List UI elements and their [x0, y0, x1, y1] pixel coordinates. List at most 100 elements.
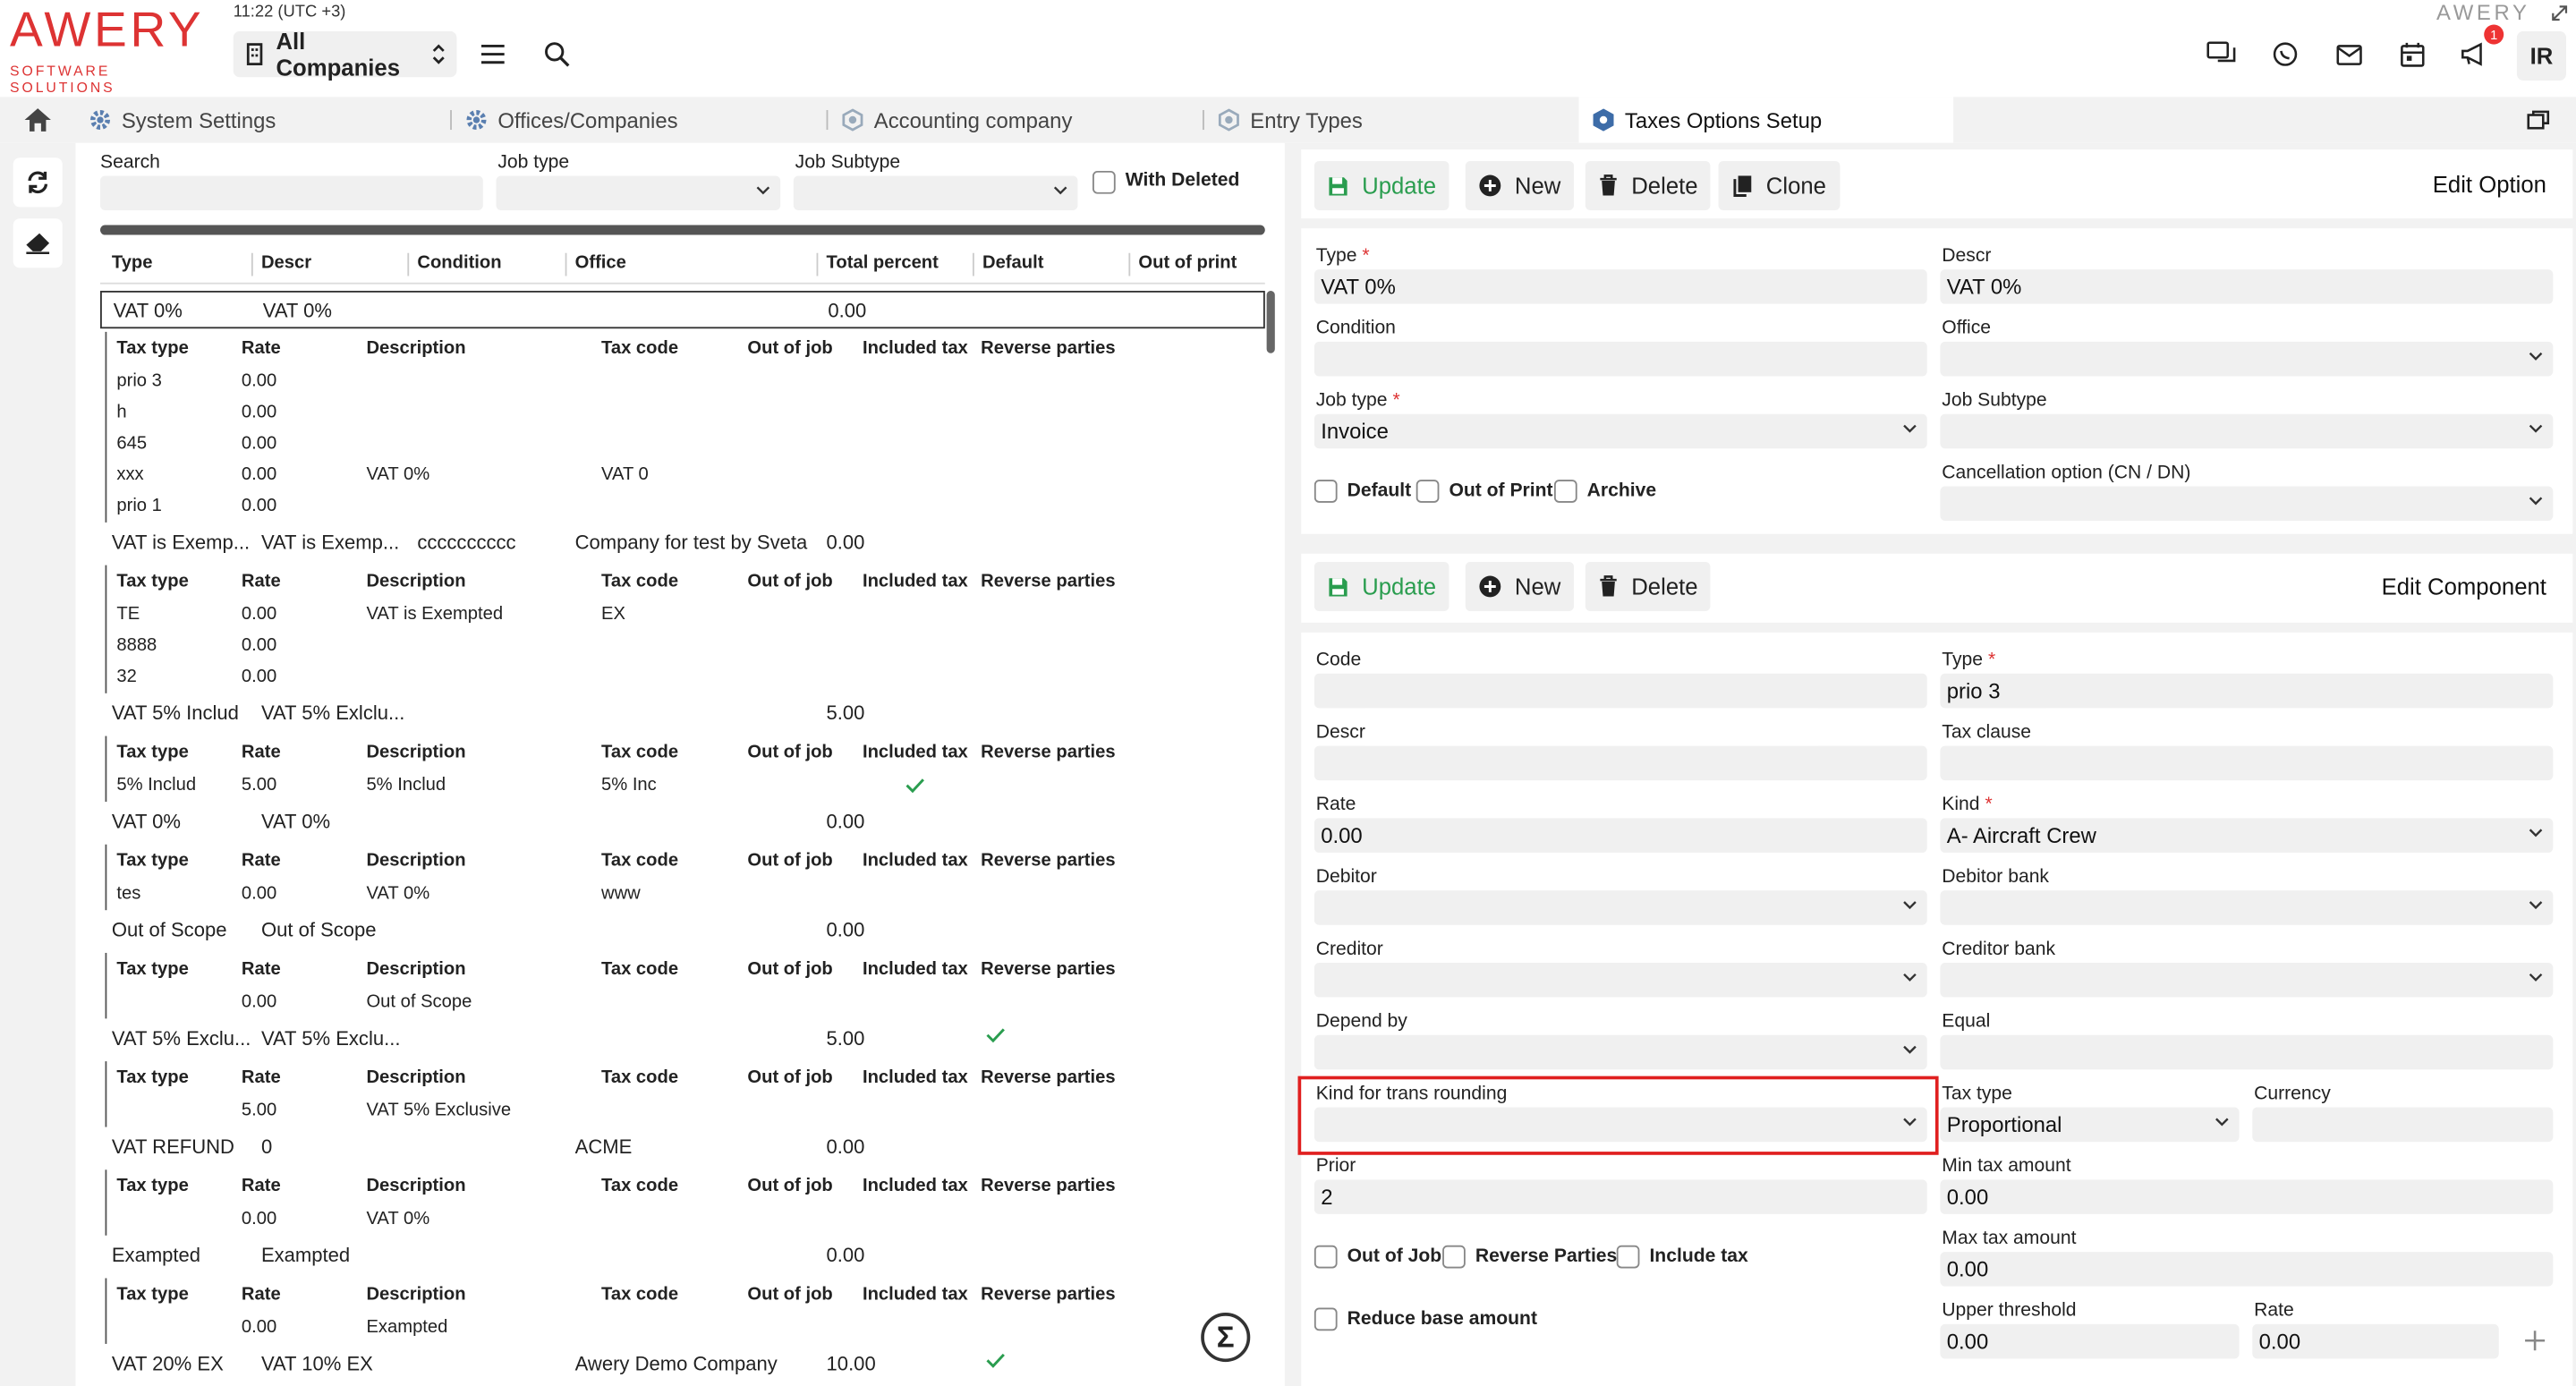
tab-label: Accounting company: [873, 107, 1073, 132]
reverse-parties-checkbox[interactable]: Reverse Parties: [1442, 1245, 1617, 1269]
col-out-of-print[interactable]: Out of print: [1138, 253, 1237, 273]
sub-table-row[interactable]: 0.00 Out of Scope: [106, 987, 1264, 1018]
condition-input[interactable]: [1314, 341, 1927, 377]
chat-icon[interactable]: [2205, 36, 2240, 72]
component-new-button[interactable]: New: [1465, 561, 1575, 612]
col-office[interactable]: Office: [575, 253, 626, 273]
mail-icon[interactable]: [2331, 36, 2367, 72]
cancellation-select[interactable]: [1940, 486, 2554, 522]
with-deleted-checkbox[interactable]: [1092, 170, 1116, 194]
out-of-job-checkbox[interactable]: Out of Job: [1314, 1245, 1441, 1269]
table-row[interactable]: VAT 5% Exclu... VAT 5% Exclu... 5.00: [100, 1020, 1265, 1053]
sub-table-row[interactable]: 5.00 VAT 5% Exclusive: [106, 1096, 1264, 1127]
sub-table-row[interactable]: xxx 0.00 VAT 0% VAT 0: [106, 460, 1264, 491]
job-subtype-select[interactable]: [793, 175, 1078, 211]
menu-icon[interactable]: [475, 36, 511, 72]
table-row[interactable]: VAT 0% VAT 0% 0.00: [100, 804, 1265, 837]
component-delete-button[interactable]: Delete: [1585, 561, 1712, 612]
col-type[interactable]: Type: [112, 253, 153, 273]
add-threshold-button[interactable]: [2523, 1329, 2546, 1352]
job-type-select[interactable]: Invoice: [1314, 413, 1927, 449]
min-tax-input[interactable]: 0.00: [1940, 1179, 2554, 1214]
descr-input[interactable]: [1314, 745, 1927, 781]
include-tax-checkbox[interactable]: Include tax: [1616, 1245, 1748, 1269]
tax-clause-input[interactable]: [1940, 745, 2554, 781]
cell-type: VAT 0%: [111, 810, 182, 833]
equal-input[interactable]: [1940, 1034, 2554, 1070]
col-total-percent[interactable]: Total percent: [827, 253, 939, 273]
home-tab[interactable]: [23, 97, 53, 142]
sub-table-row[interactable]: 0.00 Exampted: [106, 1313, 1264, 1344]
tab-offices-companies[interactable]: Offices/Companies: [465, 97, 678, 142]
option-update-button[interactable]: Update: [1314, 160, 1450, 211]
code-input[interactable]: [1314, 673, 1927, 709]
table-row[interactable]: VAT is Exemp... VAT is Exemp... cccccccccc…: [100, 524, 1265, 557]
search-icon[interactable]: [539, 36, 574, 72]
sub-table-row[interactable]: 32 0.00: [106, 662, 1264, 693]
expand-icon[interactable]: [2550, 4, 2570, 23]
reduce-base-checkbox[interactable]: Reduce base amount: [1314, 1307, 1537, 1331]
component-update-button[interactable]: Update: [1314, 561, 1450, 612]
rate2-input[interactable]: 0.00: [2252, 1323, 2499, 1359]
search-input[interactable]: [100, 175, 483, 211]
type-input[interactable]: VAT 0%: [1314, 269, 1927, 304]
table-row[interactable]: Out of Scope Out of Scope 0.00: [100, 912, 1265, 945]
refresh-button[interactable]: [13, 157, 63, 208]
tab-accounting-company[interactable]: Accounting company: [841, 97, 1072, 142]
sub-table-row[interactable]: TE 0.00 VAT is Exempted EX: [106, 599, 1264, 631]
upper-threshold-label: Upper threshold: [1942, 1301, 2077, 1322]
option-clone-button[interactable]: Clone: [1718, 160, 1840, 211]
table-row[interactable]: VAT 20% EX VAT 10% EX Awery Demo Company 10…: [100, 1346, 1265, 1379]
type-input[interactable]: prio 3: [1940, 673, 2554, 709]
tab-system-settings[interactable]: System Settings: [89, 97, 276, 142]
rate-input[interactable]: 0.00: [1314, 818, 1927, 853]
col-condition[interactable]: Condition: [417, 253, 501, 273]
restore-window-button[interactable]: [2527, 97, 2550, 142]
creditor-select[interactable]: [1314, 962, 1927, 998]
debitor-select[interactable]: [1314, 890, 1927, 925]
tab-entry-types[interactable]: Entry Types: [1218, 97, 1363, 142]
col-default[interactable]: Default: [982, 253, 1043, 273]
out-of-print-checkbox[interactable]: Out of Print: [1416, 480, 1553, 503]
sigma-button[interactable]: Σ: [1201, 1313, 1251, 1363]
kind-select[interactable]: A- Aircraft Crew: [1940, 818, 2554, 853]
descr-input[interactable]: VAT 0%: [1940, 269, 2554, 304]
depend-by-select[interactable]: [1314, 1034, 1927, 1070]
sub-table-row[interactable]: 0.00 VAT 0%: [106, 1204, 1264, 1236]
horizontal-scrollbar[interactable]: [100, 225, 1265, 235]
office-select[interactable]: [1940, 341, 2554, 377]
upper-threshold-input[interactable]: 0.00: [1940, 1323, 2240, 1359]
sub-table-row[interactable]: 645 0.00: [106, 429, 1264, 460]
tax-type-select[interactable]: Proportional: [1940, 1107, 2240, 1143]
whatsapp-icon[interactable]: [2267, 36, 2303, 72]
table-row[interactable]: Exampted Exampted 0.00: [100, 1237, 1265, 1271]
currency-input[interactable]: [2252, 1107, 2554, 1143]
sub-table-row[interactable]: 5% Includ 5.00 5% Includ 5% Inc: [106, 770, 1264, 802]
max-tax-input[interactable]: 0.00: [1940, 1252, 2554, 1287]
sub-table-row[interactable]: tes 0.00 VAT 0% www: [106, 879, 1264, 910]
sub-table-row[interactable]: prio 1 0.00: [106, 491, 1264, 523]
avatar[interactable]: IR: [2516, 30, 2566, 81]
tab-taxes-options-setup[interactable]: Taxes Options Setup: [1578, 97, 1954, 143]
sub-table-row[interactable]: 8888 0.00: [106, 631, 1264, 662]
col-descr[interactable]: Descr: [261, 253, 311, 273]
clear-filters-button[interactable]: [13, 218, 63, 268]
job-type-select[interactable]: [496, 175, 781, 211]
company-selector[interactable]: All Companies: [233, 28, 457, 81]
default-checkbox[interactable]: Default: [1314, 480, 1411, 503]
prior-input[interactable]: 2: [1314, 1179, 1927, 1214]
job-subtype-select[interactable]: [1940, 413, 2554, 449]
sub-table-row[interactable]: h 0.00: [106, 397, 1264, 429]
archive-checkbox[interactable]: Archive: [1553, 480, 1656, 503]
calendar-icon[interactable]: [2393, 36, 2429, 72]
table-row[interactable]: VAT 5% Includ VAT 5% Exlclu... 5.00: [100, 695, 1265, 728]
option-new-button[interactable]: New: [1465, 160, 1575, 211]
vertical-scrollbar[interactable]: [1266, 290, 1275, 353]
sub-col: Tax type: [116, 851, 189, 872]
table-row[interactable]: VAT 0% VAT 0% 0.00: [100, 290, 1265, 329]
creditor-bank-select[interactable]: [1940, 962, 2554, 998]
sub-table-row[interactable]: prio 3 0.00: [106, 366, 1264, 397]
debitor-bank-select[interactable]: [1940, 890, 2554, 925]
option-delete-button[interactable]: Delete: [1585, 160, 1712, 211]
table-row[interactable]: VAT REFUND 0 ACME 0.00: [100, 1128, 1265, 1161]
